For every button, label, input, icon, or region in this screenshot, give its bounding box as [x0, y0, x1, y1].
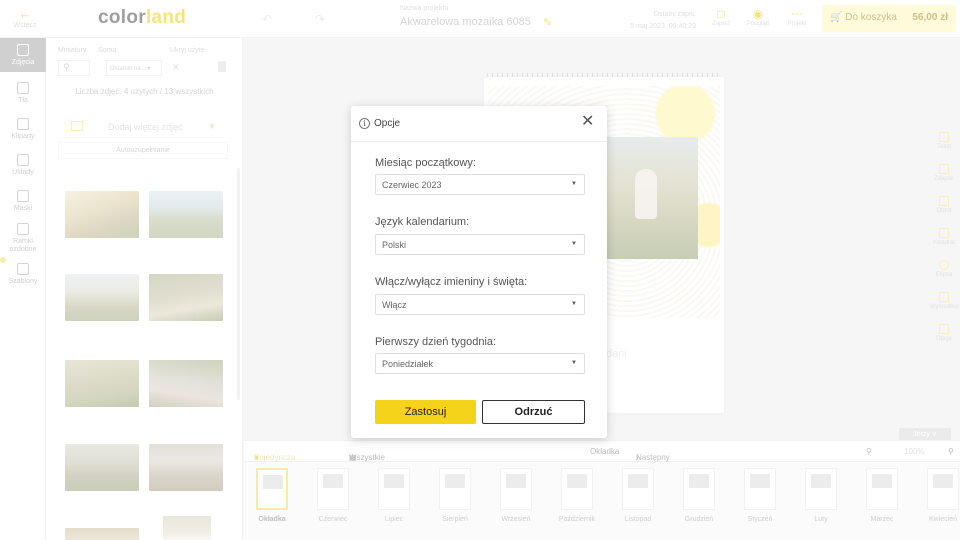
reject-button[interactable]: Odrzuć — [482, 400, 585, 424]
language-select[interactable]: Polski ▼ — [375, 234, 585, 255]
language-label: Język kalendarium: — [375, 216, 470, 228]
chevron-down-icon: ▼ — [571, 360, 577, 366]
dialog-header: i Opcje ✕ — [351, 106, 607, 142]
close-icon[interactable]: ✕ — [581, 114, 594, 130]
chevron-down-icon: ▼ — [571, 301, 577, 307]
holidays-select[interactable]: Włącz ▼ — [375, 294, 585, 315]
apply-button[interactable]: Zastosuj — [375, 400, 476, 424]
holidays-label: Włącz/wyłącz imieniny i święta: — [375, 276, 528, 288]
options-dialog: i Opcje ✕ Miesiąc początkowy: Czerwiec 2… — [351, 106, 607, 438]
calendar-editor: ← Wstecz colorland ↶ ↷ Nazwa projektu: A… — [0, 0, 960, 540]
first-day-label: Pierwszy dzień tygodnia: — [375, 336, 497, 348]
first-day-select[interactable]: Poniedziałek ▼ — [375, 353, 585, 374]
info-icon: i — [359, 118, 370, 129]
chevron-down-icon: ▼ — [571, 241, 577, 247]
dialog-title: Opcje — [374, 118, 401, 129]
start-month-select[interactable]: Czerwiec 2023 ▼ — [375, 174, 585, 195]
chevron-down-icon: ▼ — [571, 181, 577, 187]
start-month-label: Miesiąc początkowy: — [375, 157, 476, 169]
